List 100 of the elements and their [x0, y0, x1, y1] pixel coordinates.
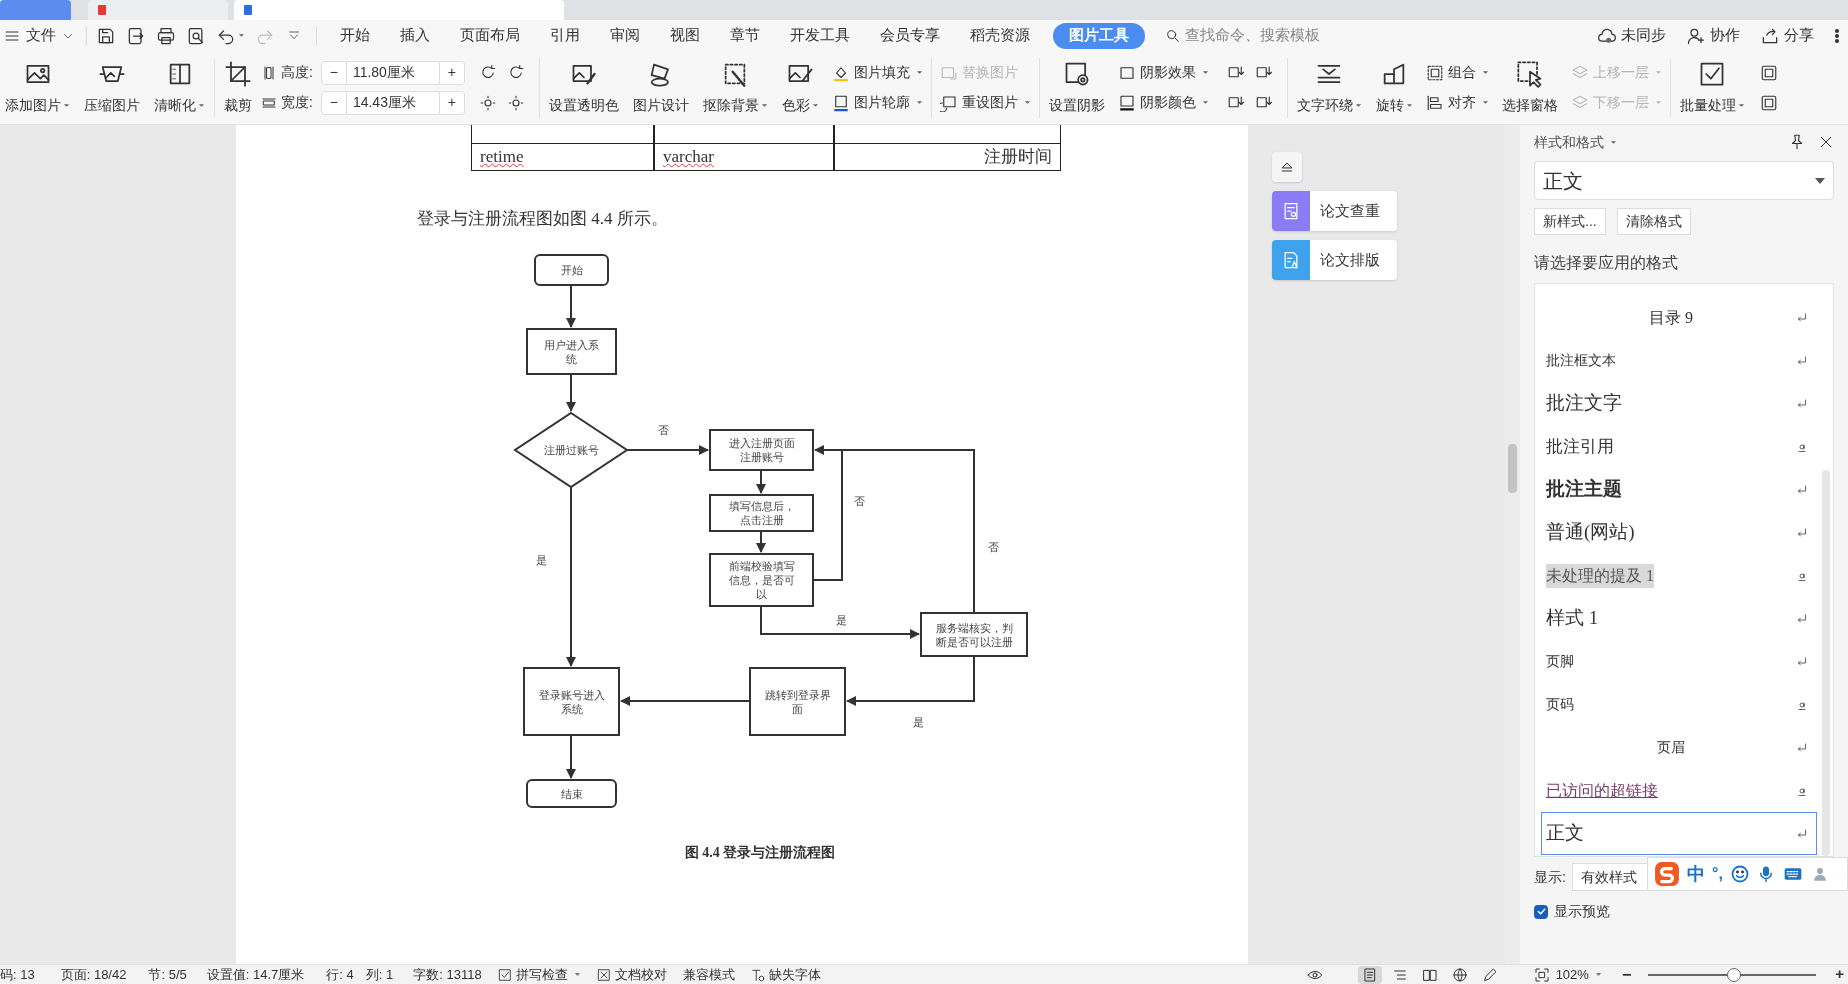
punctuation-mode[interactable]: °,	[1712, 862, 1723, 886]
pen-button[interactable]	[1481, 966, 1498, 983]
menu-tab[interactable]: 稻壳资源	[955, 22, 1045, 49]
collapse-button[interactable]	[1272, 152, 1302, 182]
status-text: 字数: 13118	[413, 965, 482, 984]
ribbon-button[interactable]: 批量处理	[1674, 55, 1750, 120]
ribbon-button[interactable]: 对齐	[1421, 90, 1493, 115]
caret-icon	[1201, 70, 1209, 75]
number-field[interactable]: 11.80厘米	[346, 60, 439, 85]
zoom-out-button[interactable]: −	[1621, 962, 1632, 984]
ribbon-button[interactable]: 设置阴影	[1043, 55, 1110, 120]
style-item[interactable]: 批注文字	[1541, 382, 1817, 425]
ribbon-button[interactable]: 重设图片	[935, 90, 1035, 115]
caret-icon	[1201, 100, 1209, 105]
caret-icon	[1815, 177, 1825, 184]
menu-tab[interactable]: 引用	[535, 22, 595, 49]
ribbon-button[interactable]: 图片轮廓	[827, 90, 927, 115]
ribbon-button[interactable]: 旋转	[1370, 55, 1418, 120]
outline-icon	[831, 93, 850, 112]
style-item[interactable]: 页脚	[1541, 640, 1817, 683]
ribbon-button[interactable]: 阴影效果	[1113, 60, 1213, 85]
toolbar-button[interactable]: 协作	[1678, 22, 1748, 49]
side-tool-button[interactable]: 论文查重	[1272, 191, 1397, 231]
status-button[interactable]: 缺失字体	[750, 964, 821, 984]
number-field[interactable]: 14.43厘米	[346, 90, 439, 115]
menu-tab[interactable]: 会员专享	[865, 22, 955, 49]
menu-tab[interactable]: 插入	[385, 22, 445, 49]
decrement-button[interactable]: −	[320, 90, 347, 115]
menu-tab[interactable]: 页面布局	[445, 22, 535, 49]
file-menu[interactable]: 文件	[0, 22, 82, 49]
style-dropdown[interactable]: 正文	[1534, 161, 1834, 200]
status-button[interactable]: 拼写检查	[497, 964, 581, 984]
menu-tab[interactable]: 审阅	[595, 22, 655, 49]
style-item[interactable]: 批注框文本	[1541, 339, 1817, 382]
increment-button[interactable]: +	[438, 60, 465, 85]
style-item[interactable]: 样式 1	[1541, 597, 1817, 640]
style-item[interactable]: 页码	[1541, 683, 1817, 726]
style-item[interactable]: 已访问的超链接	[1541, 769, 1817, 812]
decrement-button[interactable]: −	[320, 60, 347, 85]
style-item[interactable]: 未处理的提及 1	[1541, 554, 1817, 597]
caret-icon	[1594, 972, 1602, 977]
slider-thumb[interactable]	[1726, 967, 1741, 982]
ribbon-button[interactable]: 选择窗格	[1496, 55, 1563, 120]
input-mode[interactable]: 中	[1687, 860, 1705, 888]
scrollbar[interactable]	[1822, 470, 1830, 856]
view-button[interactable]	[1357, 965, 1382, 984]
menu-tab[interactable]: 开始	[325, 22, 385, 49]
style-item[interactable]: 批注主题	[1541, 468, 1817, 511]
caret-icon	[1405, 102, 1413, 108]
document-tab[interactable]	[88, 0, 228, 20]
ribbon-button[interactable]: 阴影颜色	[1113, 90, 1213, 115]
status-button[interactable]: 文档校对	[596, 964, 667, 984]
side-tool-button[interactable]: 论文排版	[1272, 240, 1397, 280]
connector-arrow	[566, 284, 576, 328]
toolbar-button[interactable]: 未同步	[1589, 22, 1674, 49]
ribbon-button[interactable]: 组合	[1421, 60, 1493, 85]
group-icon	[1425, 63, 1444, 82]
ribbon-button[interactable]: 图片填充	[827, 60, 927, 85]
document-icon	[96, 4, 108, 16]
caret-icon	[1610, 139, 1617, 145]
height-icon	[261, 64, 277, 81]
style-item[interactable]: 批注引用	[1541, 425, 1817, 468]
zoom-dropdown[interactable]: 102%	[1555, 964, 1602, 984]
checkbox[interactable]	[1534, 904, 1548, 919]
logo-icon	[1654, 861, 1680, 887]
checkbox-icon	[497, 967, 512, 982]
ribbon-button[interactable]: 设置透明色	[543, 55, 624, 120]
image-window-icon	[1759, 93, 1778, 112]
style-item[interactable]: 普通(网站)	[1541, 511, 1817, 554]
preview-checkbox[interactable]: 显示预览	[1534, 901, 1834, 922]
ribbon-button[interactable]: 裁剪	[219, 55, 257, 120]
ribbon-button[interactable]: 清晰化	[149, 55, 210, 120]
node-label: 注册过账号	[543, 444, 599, 457]
zoom-in-button[interactable]: +	[1835, 963, 1844, 984]
menu-tab[interactable]: 章节	[715, 22, 775, 49]
toolbar-button[interactable]: 分享	[1752, 22, 1822, 49]
menu-tab[interactable]: 开发工具	[775, 22, 865, 49]
ribbon-button[interactable]: 压缩图片	[79, 55, 145, 120]
panel-button[interactable]: 新样式...	[1534, 208, 1606, 235]
status-text: 行: 4	[326, 965, 354, 984]
style-item[interactable]: 正文	[1541, 812, 1817, 855]
menu-tab[interactable]: 视图	[655, 22, 715, 49]
ribbon-button[interactable]: 色彩	[776, 55, 824, 120]
style-item[interactable]: 目录 9	[1541, 296, 1817, 339]
panel-button[interactable]: 清除格式	[1616, 208, 1691, 235]
panel-title[interactable]: 样式和格式	[1534, 131, 1617, 153]
style-item[interactable]: 页眉	[1541, 726, 1817, 769]
field-label: 宽度:	[281, 93, 313, 112]
ribbon-button[interactable]: 添加图片	[0, 55, 75, 120]
increment-button[interactable]: +	[438, 90, 465, 115]
caret-icon	[811, 102, 819, 108]
ribbon-button[interactable]: 抠除背景	[697, 55, 773, 120]
ribbon-button[interactable]: 图片设计	[627, 55, 694, 120]
fit-button[interactable]	[1533, 966, 1550, 983]
caret-icon	[1354, 102, 1362, 108]
edge-label: 否	[658, 424, 669, 437]
search-field[interactable]: 查找命令、搜索模板	[1161, 22, 1401, 49]
ribbon-button[interactable]: 文字环绕	[1291, 55, 1367, 120]
connector-arrow	[756, 469, 766, 494]
chevron-down-icon	[288, 29, 300, 42]
